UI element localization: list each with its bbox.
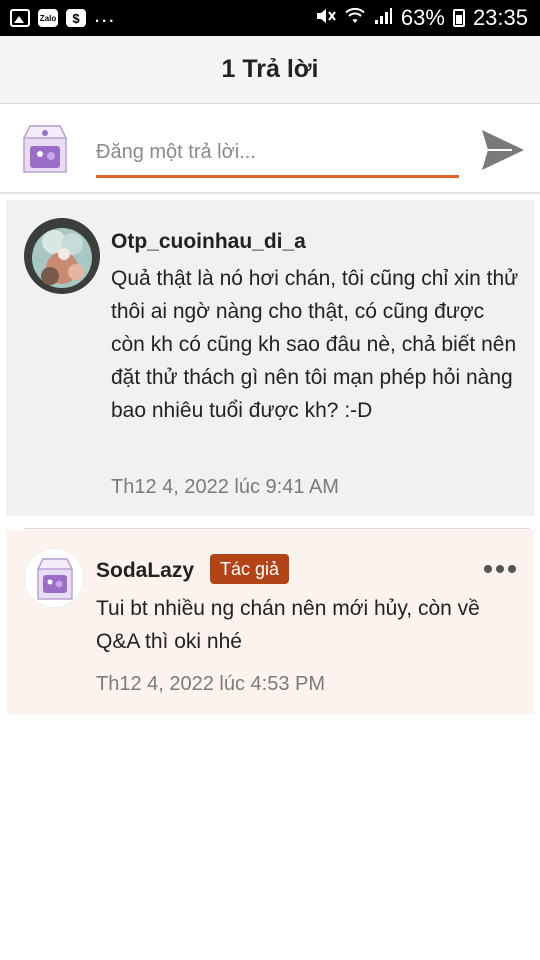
send-button[interactable] <box>478 126 528 174</box>
comment: Otp_cuoinhau_di_a Quả thật là nó hơi chá… <box>6 200 534 516</box>
divider <box>24 528 530 529</box>
clock: 23:35 <box>472 5 528 30</box>
comment-timestamp: Th12 4, 2022 lúc 9:41 AM <box>111 476 339 498</box>
comment-text: Tui bt nhiều ng chán nên mới hủy, còn về… <box>96 597 480 653</box>
avatar <box>20 122 70 178</box>
dollar-icon: $ <box>66 9 86 27</box>
page-title: 1 Trả lời <box>221 55 319 83</box>
signal-icon <box>373 7 393 30</box>
header: 1 Trả lời <box>0 36 540 104</box>
status-bar: Zalo $ ... 63% 23:35 <box>0 0 540 36</box>
zalo-icon: Zalo <box>38 9 58 27</box>
wifi-icon <box>345 7 365 30</box>
comment-text: Quả thật là nó hơi chán, tôi cũng chỉ xi… <box>111 267 519 422</box>
more-dot-icon <box>496 565 504 573</box>
comment-username[interactable]: Otp_cuoinhau_di_a <box>111 230 306 254</box>
more-notifications-icon: ... <box>94 2 116 27</box>
reply-input[interactable] <box>96 130 459 178</box>
more-dot-icon <box>508 565 516 573</box>
comment-timestamp: Th12 4, 2022 lúc 4:53 PM <box>96 673 326 695</box>
battery-percent: 63% <box>400 5 445 30</box>
send-icon <box>482 130 524 170</box>
status-bar-system: 63% 23:35 <box>315 5 540 31</box>
more-options-button[interactable] <box>482 554 518 584</box>
avatar[interactable] <box>24 218 100 294</box>
comment: SodaLazy Tác giả Tui bt nhiều ng chán nê… <box>6 530 534 714</box>
status-bar-notifications: Zalo $ ... <box>0 2 115 28</box>
avatar[interactable] <box>24 548 84 608</box>
reply-composer <box>0 106 540 194</box>
author-badge: Tác giả <box>210 554 290 584</box>
image-icon <box>10 9 30 27</box>
battery-icon <box>452 9 465 27</box>
comment-username[interactable]: SodaLazy <box>96 559 194 583</box>
more-dot-icon <box>484 565 492 573</box>
mute-icon <box>315 7 337 30</box>
